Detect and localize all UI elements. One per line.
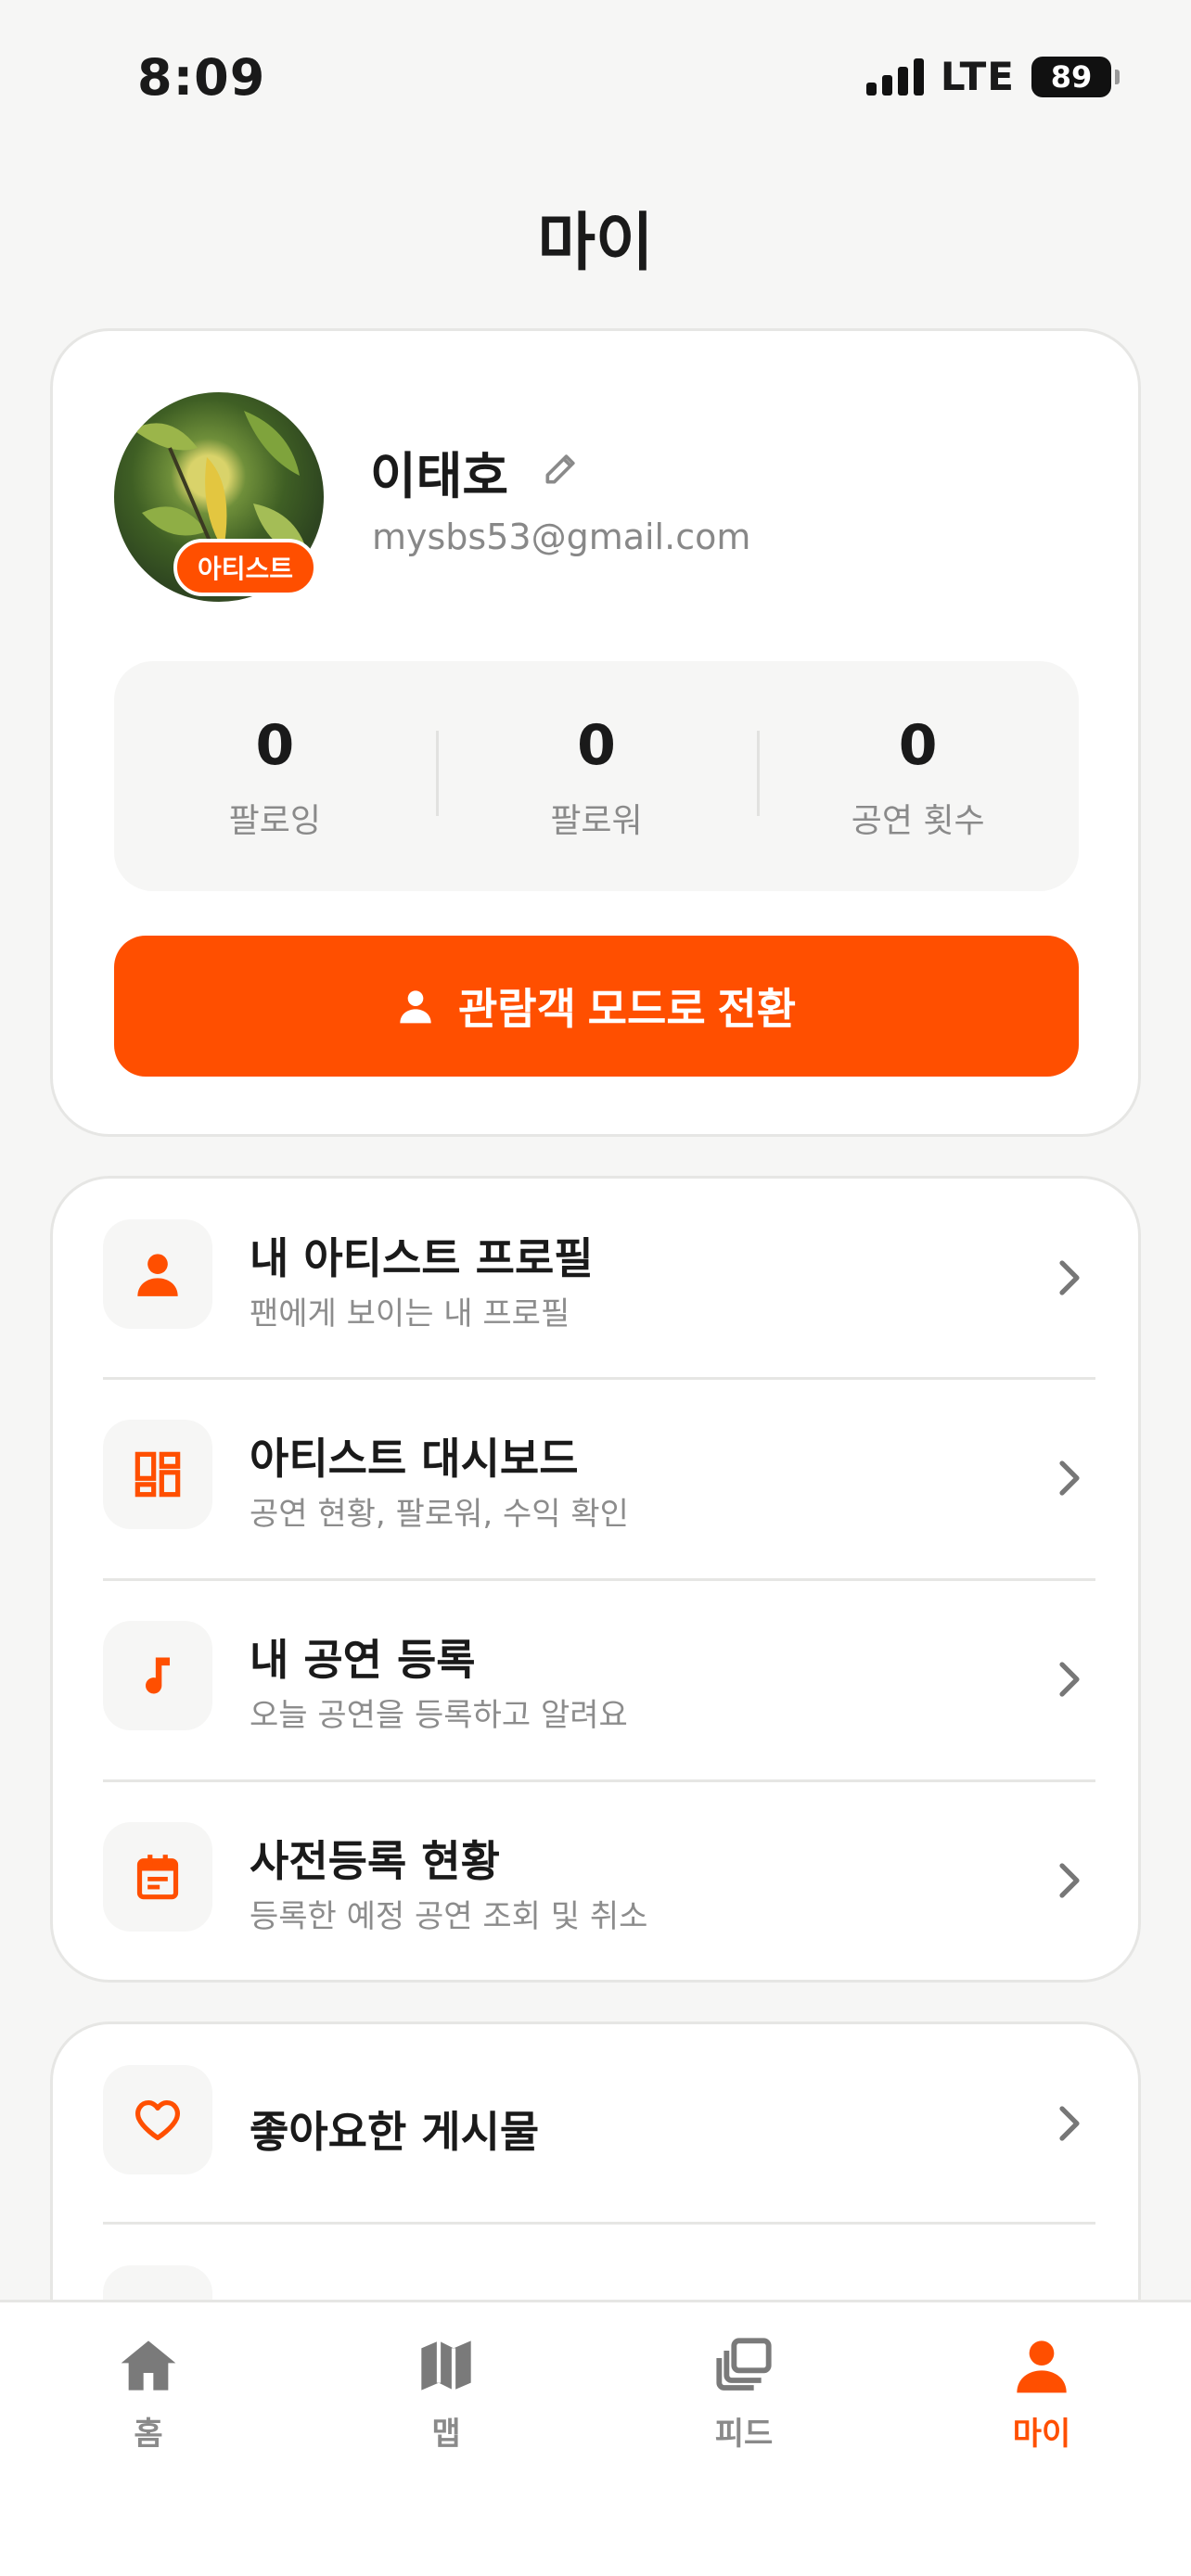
status-indicators: LTE 89 [865, 54, 1120, 99]
menu-item-register-performance[interactable]: 내 공연 등록 오늘 공연을 등록하고 알려요 [103, 1580, 1095, 1780]
battery-icon: 89 [1031, 56, 1120, 97]
feed-icon [716, 2338, 772, 2391]
profile-email: mysbs53@gmail.com [372, 516, 751, 557]
stat-following[interactable]: 0 팔로잉 [114, 710, 436, 842]
menu-item-artist-profile[interactable]: 내 아티스트 프로필 팬에게 보이는 내 프로필 [103, 1179, 1095, 1379]
chevron-right-icon [1059, 1260, 1080, 1295]
menu-item-subtitle: 공연 현황, 팔로워, 수익 확인 [250, 1496, 629, 1533]
tab-label: 맵 [431, 2416, 461, 2453]
tab-my[interactable]: 마이 [949, 2336, 1134, 2454]
music-note-icon [146, 1657, 170, 1694]
menu-item-title: 사전등록 현황 [250, 1836, 500, 1886]
profile-card: 아티스트 이태호 mysbs53@gmail.com 0 팔로잉 0 팔로워 0… [50, 328, 1141, 1137]
menu-item-title: 좋아요한 게시물 [250, 2107, 540, 2157]
tab-label: 마이 [1012, 2416, 1071, 2453]
stats-panel: 0 팔로잉 0 팔로워 0 공연 횟수 [114, 661, 1079, 891]
stat-value: 0 [898, 713, 938, 778]
person-icon [1017, 2340, 1067, 2393]
tab-label: 피드 [714, 2416, 774, 2453]
tab-home[interactable]: 홈 [56, 2336, 241, 2454]
home-icon [121, 2340, 176, 2391]
mode-button-label: 관람객 모드로 전환 [457, 985, 797, 1033]
person-icon [400, 990, 431, 1024]
stat-performances[interactable]: 0 공연 횟수 [757, 710, 1079, 842]
artist-badge: 아티스트 [173, 539, 318, 596]
menu-item-artist-dashboard[interactable]: 아티스트 대시보드 공연 현황, 팔로워, 수익 확인 [103, 1379, 1095, 1579]
menu-item-preregistration-status[interactable]: 사전등록 현황 등록한 예정 공연 조회 및 취소 [103, 1781, 1095, 1982]
chevron-right-icon [1059, 1460, 1080, 1496]
menu-item-title: 내 공연 등록 [250, 1635, 476, 1685]
map-icon [421, 2340, 471, 2391]
heart-icon [135, 2099, 180, 2141]
stat-value: 0 [577, 713, 616, 778]
menu-item-title: 아티스트 대시보드 [250, 1434, 579, 1484]
tab-label: 홈 [134, 2416, 163, 2453]
tab-map[interactable]: 맵 [353, 2336, 539, 2454]
profile-name: 이태호 [370, 447, 509, 505]
pencil-icon[interactable] [541, 448, 582, 489]
stat-value: 0 [255, 713, 295, 778]
menu-item-subtitle: 오늘 공연을 등록하고 알려요 [250, 1697, 628, 1734]
switch-to-audience-mode-button[interactable]: 관람객 모드로 전환 [114, 936, 1079, 1077]
artist-menu-card: 내 아티스트 프로필 팬에게 보이는 내 프로필 아티스트 대시보드 공연 현황… [50, 1176, 1141, 1983]
signal-icon [865, 57, 924, 96]
battery-level: 89 [1050, 58, 1093, 95]
tab-feed[interactable]: 피드 [651, 2336, 837, 2454]
calendar-icon [136, 1855, 179, 1900]
menu-item-title: 내 아티스트 프로필 [250, 1233, 594, 1283]
tab-bar: 홈 맵 피드 마이 [0, 2300, 1191, 2576]
chevron-right-icon [1059, 2106, 1080, 2141]
stat-label: 팔로워 [550, 802, 643, 840]
chevron-right-icon [1059, 1863, 1080, 1898]
menu-item-subtitle: 팬에게 보이는 내 프로필 [250, 1295, 570, 1333]
dashboard-icon [134, 1451, 181, 1498]
status-time: 8:09 [137, 48, 266, 107]
stat-label: 팔로잉 [228, 802, 322, 840]
network-type: LTE [940, 54, 1015, 99]
stat-label: 공연 횟수 [851, 802, 985, 840]
page-title: 마이 [537, 207, 654, 280]
stat-followers[interactable]: 0 팔로워 [435, 710, 758, 842]
my-page-screen: 8:09 LTE 89 마이 아티스트 이태호 mysbs53@gmail.co… [0, 0, 1191, 2576]
chevron-right-icon [1059, 1662, 1080, 1697]
menu-item-liked-posts[interactable]: 좋아요한 게시물 [103, 2024, 1095, 2225]
menu-item-subtitle: 등록한 예정 공연 조회 및 취소 [250, 1898, 648, 1935]
person-icon [137, 1254, 178, 1296]
status-bar: 8:09 LTE 89 [0, 0, 1191, 158]
